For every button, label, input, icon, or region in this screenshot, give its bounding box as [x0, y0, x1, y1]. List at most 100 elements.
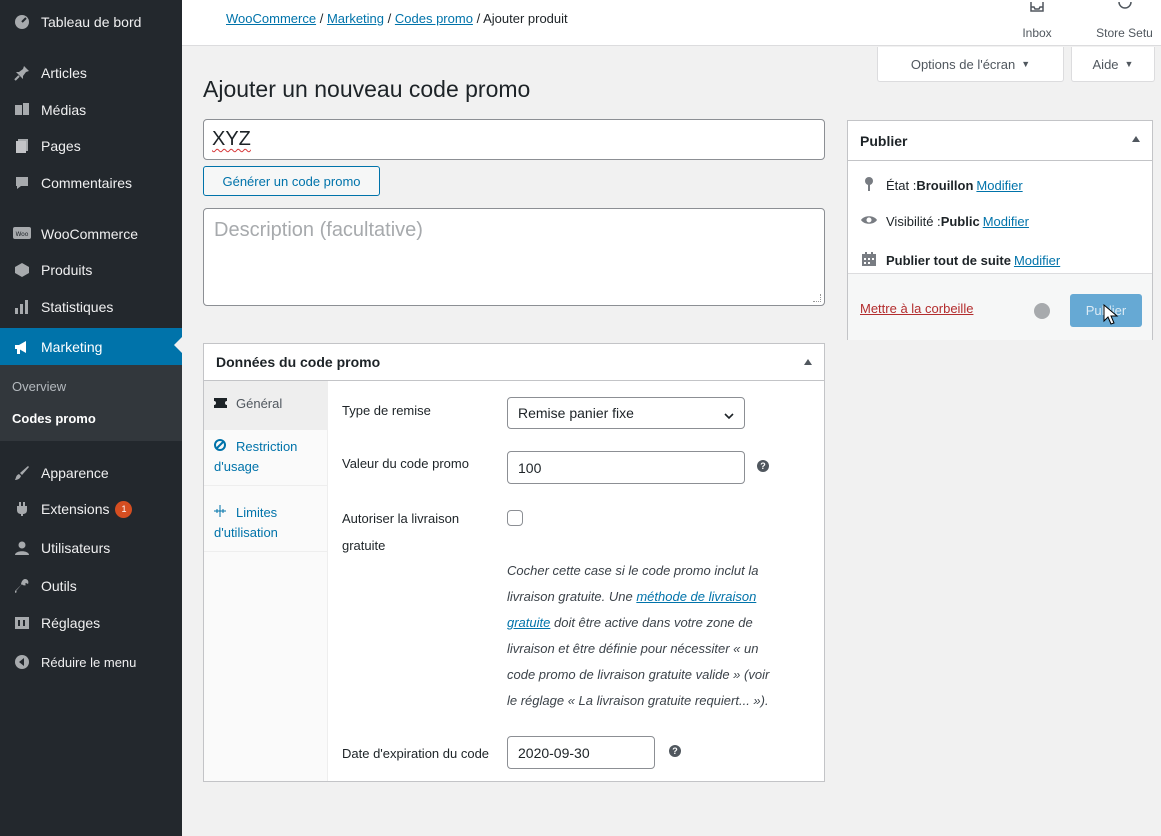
coupon-code-value: XYZ [212, 128, 251, 150]
help-line: code promo de livraison gratuite valide … [507, 667, 770, 682]
sidebar-item-label: Outils [41, 578, 77, 594]
move-to-trash-link[interactable]: Mettre à la corbeille [860, 301, 973, 316]
help-line: livraison et être définie pour nécessite… [507, 641, 759, 656]
sidebar-item-label: Apparence [41, 465, 109, 481]
admin-sidebar: Tableau de bord Articles Médias Pages Co… [0, 0, 182, 836]
free-shipping-method-link[interactable]: méthode de livraison [636, 589, 756, 604]
sidebar-item-pages[interactable]: Pages [0, 129, 182, 163]
sidebar-item-tools[interactable]: Outils [0, 569, 182, 603]
sidebar-item-woocommerce[interactable]: Woo WooCommerce [0, 217, 182, 251]
woocommerce-header: WooCommerce / Marketing / Codes promo / … [182, 0, 1161, 46]
sidebar-item-label: Tableau de bord [41, 14, 142, 30]
edit-status-link[interactable]: Modifier [976, 178, 1022, 193]
caret-down-icon: ▼ [1021, 59, 1031, 69]
help-line: livraison gratuite. Une [507, 589, 637, 604]
sidebar-item-extensions[interactable]: Extensions 1 [0, 492, 182, 526]
generate-coupon-button[interactable]: Générer un code promo [203, 166, 380, 196]
marketing-submenu [0, 365, 182, 441]
sidebar-item-marketing[interactable]: Marketing [0, 328, 182, 365]
sidebar-item-appearance[interactable]: Apparence [0, 456, 182, 490]
help-line: doit être active dans votre zone de [550, 615, 753, 630]
status-value: Brouillon [916, 178, 974, 193]
sidebar-collapse[interactable]: Réduire le menu [0, 645, 182, 679]
help-icon[interactable]: ? [757, 460, 769, 472]
pin-status-icon [860, 177, 878, 194]
page-title: Ajouter un nouveau code promo [203, 76, 531, 102]
resize-handle[interactable] [813, 294, 821, 302]
store-setup-button[interactable]: Store Setu [1088, 0, 1161, 46]
update-count-badge: 1 [115, 500, 133, 518]
sidebar-item-label: Produits [41, 262, 93, 278]
sidebar-item-label: WooCommerce [41, 226, 138, 242]
breadcrumb-current: Ajouter produit [483, 11, 568, 26]
sidebar-item-label: Articles [41, 65, 87, 81]
svg-text:Woo: Woo [16, 231, 29, 238]
submenu-item-overview[interactable]: Overview [12, 379, 66, 394]
sidebar-item-media[interactable]: Médias [0, 93, 182, 127]
toggle-arrow-icon[interactable] [804, 359, 812, 365]
coupon-data-header[interactable]: Données du code promo [204, 344, 824, 381]
publish-header[interactable]: Publier [848, 121, 1152, 161]
coupon-code-input[interactable]: XYZ [203, 119, 825, 160]
media-icon [12, 100, 32, 120]
tab-divider [204, 429, 328, 430]
free-shipping-checkbox[interactable] [507, 510, 523, 526]
expiry-date-label: Date d'expiration du code [342, 746, 490, 761]
inbox-label: Inbox [1022, 26, 1052, 40]
breadcrumb-separator: / [387, 11, 392, 26]
publish-title: Publier [860, 132, 908, 149]
breadcrumb-link-coupons[interactable]: Codes promo [395, 11, 473, 26]
help-icon[interactable]: ? [669, 745, 681, 757]
comments-icon [12, 173, 32, 193]
visibility-value: Public [940, 214, 980, 229]
tab-divider [204, 551, 328, 552]
sidebar-item-products[interactable]: Produits [0, 253, 182, 287]
coupon-data-panel: Données du code promo Général Restrictio… [203, 343, 825, 782]
toggle-arrow-icon[interactable] [1132, 136, 1140, 142]
tab-usage-limits[interactable]: Limites d'utilisation [204, 503, 314, 543]
tab-general[interactable]: Général [204, 381, 328, 429]
coupon-data-tabs: Général Restriction d'usage Limites d'ut… [204, 381, 328, 781]
inbox-icon [1030, 2, 1044, 12]
collapse-icon [12, 652, 32, 672]
tab-usage-restriction[interactable]: Restriction d'usage [204, 437, 314, 477]
submenu-item-coupons[interactable]: Codes promo [12, 411, 96, 426]
expiry-date-input[interactable]: 2020-09-30 [507, 736, 655, 769]
inbox-button[interactable]: Inbox [1012, 0, 1062, 46]
help-button[interactable]: Aide ▼ [1071, 47, 1155, 82]
limits-icon [214, 503, 228, 523]
edit-schedule-link[interactable]: Modifier [1014, 253, 1060, 268]
sidebar-item-comments[interactable]: Commentaires [0, 166, 182, 200]
products-icon [12, 260, 32, 280]
edit-visibility-link[interactable]: Modifier [983, 214, 1029, 229]
tab-divider [204, 485, 328, 486]
wrench-icon [12, 576, 32, 596]
discount-type-select[interactable]: Remise panier fixe [507, 397, 745, 429]
discount-type-label: Type de remise [342, 403, 431, 418]
description-textarea[interactable]: Description (facultative) [203, 208, 825, 306]
discount-type-value: Remise panier fixe [518, 405, 634, 421]
sidebar-item-articles[interactable]: Articles [0, 56, 182, 90]
free-shipping-method-link-cont[interactable]: gratuite [507, 615, 550, 630]
sidebar-item-label: Utilisateurs [41, 540, 111, 556]
sidebar-item-settings[interactable]: Réglages [0, 606, 182, 640]
settings-icon [12, 613, 32, 633]
free-shipping-help-text: Cocher cette case si le code promo inclu… [507, 558, 807, 714]
ticket-icon [214, 394, 228, 414]
coupon-amount-input[interactable]: 100 [507, 451, 745, 484]
status-label: État : [886, 178, 917, 193]
help-line: Cocher cette case si le code promo inclu… [507, 563, 759, 578]
post-status-row: État : Brouillon Modifier [860, 177, 1023, 194]
sidebar-item-users[interactable]: Utilisateurs [0, 531, 182, 565]
breadcrumb-link-marketing[interactable]: Marketing [327, 11, 384, 26]
sidebar-item-statistics[interactable]: Statistiques [0, 290, 182, 324]
visibility-row: Visibilité : Public Modifier [860, 214, 1029, 229]
tab-label: Général [236, 396, 283, 411]
screen-options-button[interactable]: Options de l'écran ▼ [877, 47, 1064, 82]
sidebar-item-label: Pages [41, 138, 81, 154]
progress-circle-icon [1117, 2, 1132, 9]
eye-icon [860, 214, 878, 229]
caret-down-icon: ▼ [1124, 59, 1134, 69]
sidebar-item-dashboard[interactable]: Tableau de bord [0, 5, 182, 39]
breadcrumb-link-woocommerce[interactable]: WooCommerce [226, 11, 316, 26]
